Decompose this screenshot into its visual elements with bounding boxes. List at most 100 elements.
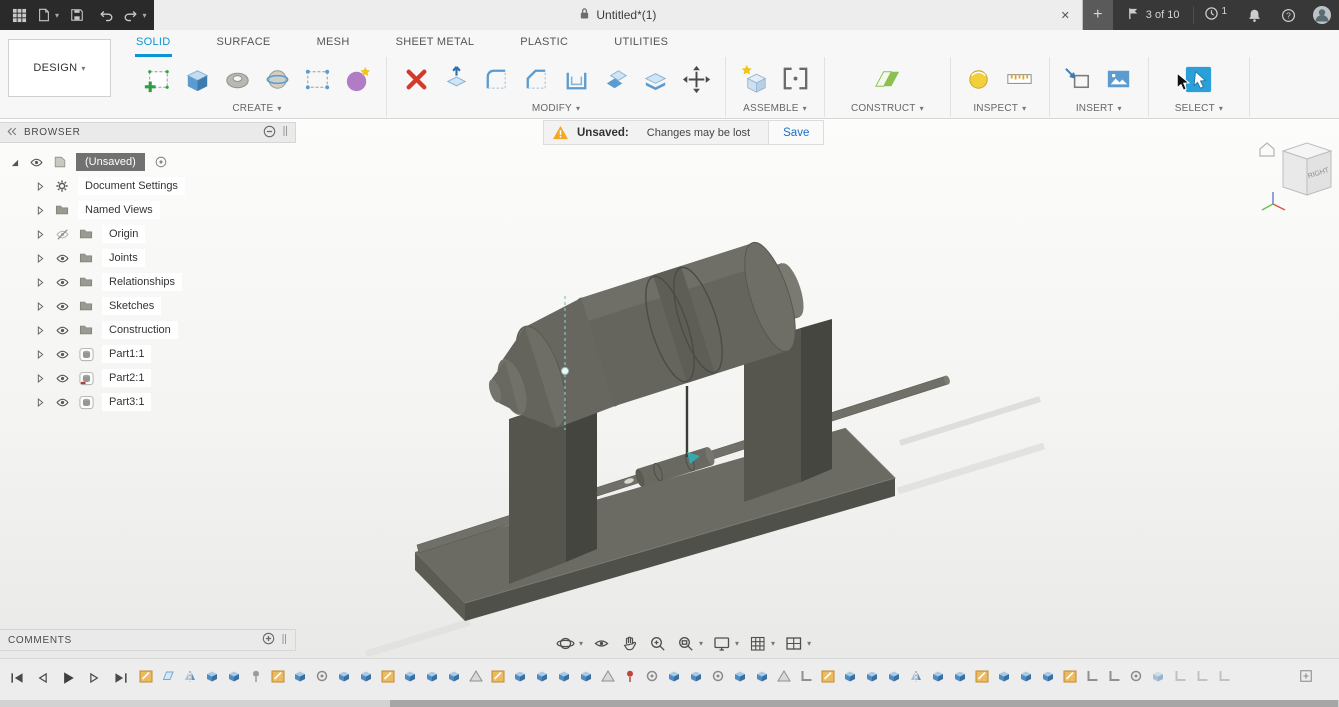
- timeline-feature-extrude-icon[interactable]: [864, 668, 880, 684]
- timeline-feature-plane-icon[interactable]: [160, 668, 176, 684]
- browser-item-construction[interactable]: Construction: [0, 318, 296, 342]
- timeline-feature-pin-icon[interactable]: [248, 668, 264, 684]
- eye-icon[interactable]: [54, 275, 70, 290]
- collapse-chevron-icon[interactable]: [8, 158, 20, 167]
- notifications-bell-icon[interactable]: [1237, 0, 1271, 30]
- viewports-button[interactable]: [780, 631, 815, 655]
- eye-icon[interactable]: [54, 251, 70, 266]
- browser-item-named-views[interactable]: Named Views: [0, 198, 296, 222]
- help-icon[interactable]: ?: [1271, 0, 1305, 30]
- timeline-feature-sketch-icon[interactable]: [820, 668, 836, 684]
- ribbon-tab-plastic[interactable]: PLASTIC: [519, 30, 569, 57]
- expand-chevron-icon[interactable]: [34, 325, 46, 335]
- eye-icon[interactable]: [54, 395, 70, 410]
- browser-item-label[interactable]: Document Settings: [78, 177, 185, 195]
- timeline-feature-extrude-icon[interactable]: [1018, 668, 1034, 684]
- expand-chevron-icon[interactable]: [34, 277, 46, 287]
- expand-chevron-icon[interactable]: [34, 205, 46, 215]
- timeline-feature-extrude-icon[interactable]: [1040, 668, 1056, 684]
- timeline-feature-joint-icon[interactable]: [710, 668, 726, 684]
- grid-settings-button[interactable]: [744, 631, 779, 655]
- timeline-feature-corner-icon[interactable]: [1084, 668, 1100, 684]
- expand-chevron-icon[interactable]: [34, 181, 46, 191]
- browser-item-label[interactable]: Part3:1: [102, 393, 152, 411]
- construction-plane-icon[interactable]: [868, 60, 906, 98]
- browser-item-part1-1[interactable]: Part1:1: [0, 342, 296, 366]
- orbit-button[interactable]: [552, 631, 587, 655]
- document-tab[interactable]: Untitled*(1): [154, 0, 1083, 30]
- timeline-feature-triangle-icon[interactable]: [776, 668, 792, 684]
- user-avatar[interactable]: [1305, 0, 1339, 30]
- insert-derive-icon[interactable]: [1060, 60, 1098, 98]
- documents-counter[interactable]: 3 of 10: [1113, 7, 1194, 23]
- section-analysis-icon[interactable]: [1001, 60, 1039, 98]
- browser-item-joints[interactable]: Joints: [0, 246, 296, 270]
- press-pull-icon[interactable]: [437, 60, 475, 98]
- zoom-button[interactable]: [644, 631, 671, 655]
- browser-root-label[interactable]: (Unsaved): [76, 153, 145, 171]
- browser-item-part2-1[interactable]: Part2:1: [0, 366, 296, 390]
- panel-label-create[interactable]: CREATE: [232, 101, 281, 115]
- browser-item-document-settings[interactable]: Document Settings: [0, 174, 296, 198]
- expand-chevron-icon[interactable]: [34, 229, 46, 239]
- browser-item-label[interactable]: Construction: [102, 321, 178, 339]
- timeline-feature-joint-icon[interactable]: [314, 668, 330, 684]
- close-tab-icon[interactable]: [1061, 0, 1070, 30]
- expand-chevron-icon[interactable]: [34, 397, 46, 407]
- timeline-step-back-button[interactable]: [32, 667, 53, 688]
- timeline-feature-extrude-icon[interactable]: [886, 668, 902, 684]
- timeline-feature-mirror-icon[interactable]: [182, 668, 198, 684]
- timeline-feature-extrude-icon[interactable]: [732, 668, 748, 684]
- look-at-button[interactable]: [588, 631, 615, 655]
- expand-comments-icon[interactable]: [262, 632, 275, 648]
- panel-label-inspect[interactable]: INSPECT: [973, 101, 1026, 115]
- timeline-feature-mirror-icon[interactable]: [908, 668, 924, 684]
- shell-icon[interactable]: [557, 60, 595, 98]
- eye-icon[interactable]: [28, 155, 44, 170]
- timeline-scrollbar[interactable]: [0, 700, 1339, 707]
- timeline-feature-extrude-icon[interactable]: [226, 668, 242, 684]
- fit-button[interactable]: [672, 631, 707, 655]
- timeline-feature-sketch-icon[interactable]: [974, 668, 990, 684]
- timeline-go-to-beginning-button[interactable]: [6, 667, 27, 688]
- browser-item-part3-1[interactable]: Part3:1: [0, 390, 296, 414]
- timeline-play-button[interactable]: [58, 667, 79, 688]
- timeline-feature-extrude-icon[interactable]: [424, 668, 440, 684]
- extrude-icon[interactable]: [178, 60, 216, 98]
- joint-icon[interactable]: [776, 60, 814, 98]
- expand-chevron-icon[interactable]: [34, 349, 46, 359]
- timeline-go-to-end-button[interactable]: [110, 667, 131, 688]
- redo-icon[interactable]: [122, 0, 148, 30]
- viewport-canvas[interactable]: Unsaved: Changes may be lost Save RIGHT: [0, 120, 1339, 658]
- timeline-feature-extrude-icon[interactable]: [930, 668, 946, 684]
- ribbon-tab-solid[interactable]: SOLID: [135, 30, 172, 57]
- browser-item-origin[interactable]: Origin: [0, 222, 296, 246]
- delete-icon[interactable]: [397, 60, 435, 98]
- timeline-feature-extrude-icon[interactable]: [556, 668, 572, 684]
- browser-item-label[interactable]: Joints: [102, 249, 145, 267]
- ribbon-tab-utilities[interactable]: UTILITIES: [613, 30, 669, 57]
- timeline-feature-corner-icon[interactable]: [798, 668, 814, 684]
- browser-item-label[interactable]: Named Views: [78, 201, 160, 219]
- browser-item-label[interactable]: Part1:1: [102, 345, 152, 363]
- eye-hidden-icon[interactable]: [54, 227, 70, 242]
- timeline-feature-sketch-icon[interactable]: [1062, 668, 1078, 684]
- panel-label-select[interactable]: SELECT: [1175, 101, 1223, 115]
- canvas-icon[interactable]: [1100, 60, 1138, 98]
- rectangular-pattern-icon[interactable]: [298, 60, 336, 98]
- panel-label-modify[interactable]: MODIFY: [532, 101, 580, 115]
- timeline-scrollbar-thumb[interactable]: [390, 700, 1338, 707]
- browser-item-label[interactable]: Origin: [102, 225, 146, 243]
- chamfer-icon[interactable]: [517, 60, 555, 98]
- eye-icon[interactable]: [54, 371, 70, 386]
- browser-item-label[interactable]: Relationships: [102, 273, 183, 291]
- panel-label-construct[interactable]: CONSTRUCT: [851, 101, 924, 115]
- timeline-feature-joint-icon[interactable]: [644, 668, 660, 684]
- expand-chevron-icon[interactable]: [34, 301, 46, 311]
- timeline-feature-extrude-icon[interactable]: [204, 668, 220, 684]
- timeline-feature-extrude-icon[interactable]: [578, 668, 594, 684]
- workspace-selector[interactable]: DESIGN: [8, 39, 111, 97]
- timeline-feature-extrude-icon[interactable]: [512, 668, 528, 684]
- timeline-feature-corner-icon[interactable]: [1216, 668, 1232, 684]
- ribbon-tab-sheet-metal[interactable]: SHEET METAL: [395, 30, 476, 57]
